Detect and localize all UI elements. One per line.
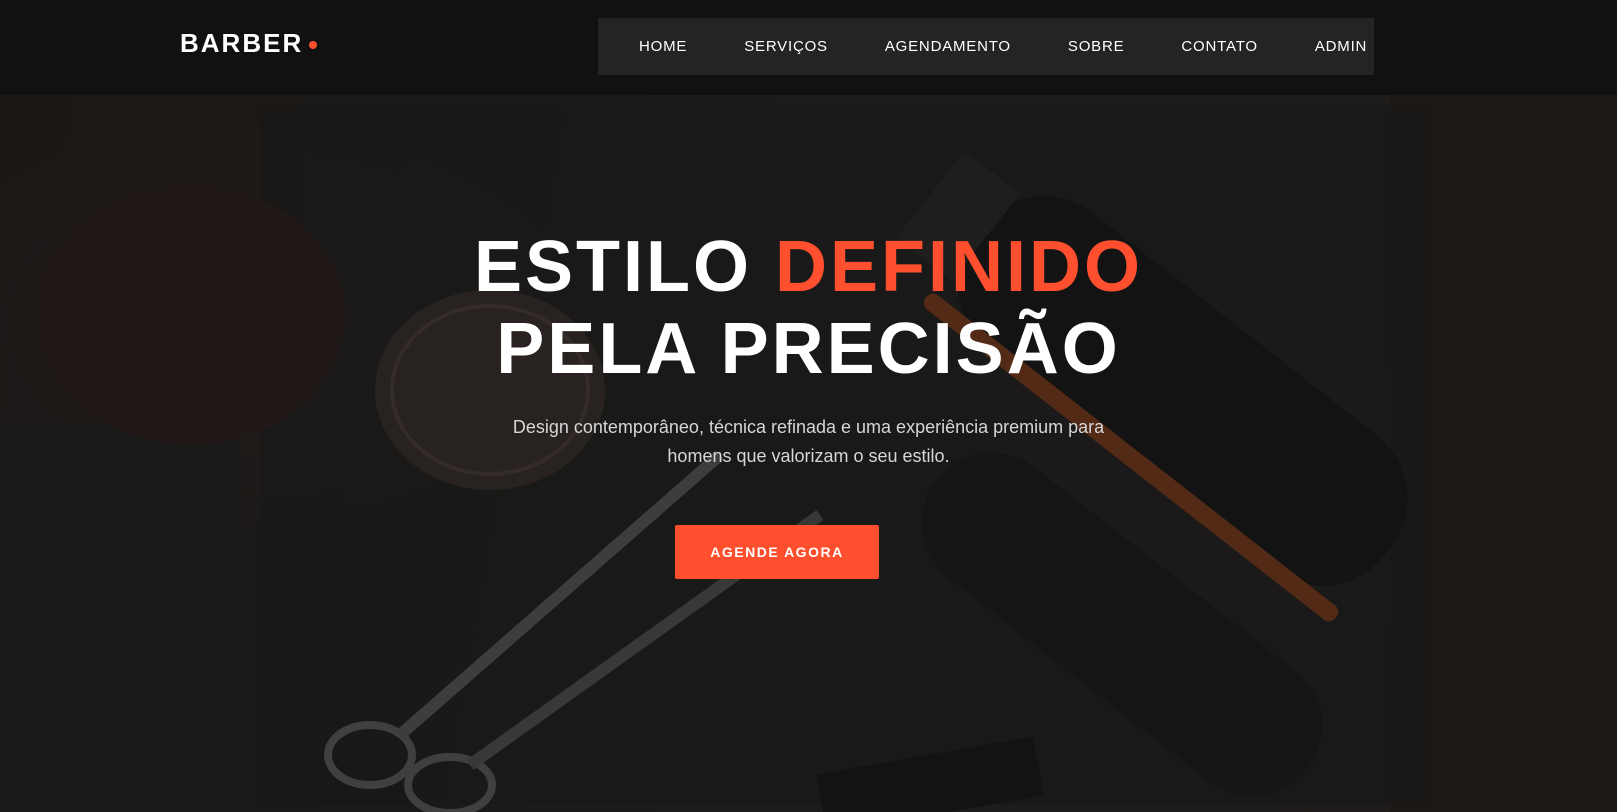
nav-sobre[interactable]: SOBRE: [1068, 38, 1125, 55]
headline-word-definido: DEFINIDO: [775, 227, 1144, 307]
hero-section: ESTILO DEFINIDO PELA PRECISÃO Design con…: [0, 95, 1617, 812]
nav-agendamento[interactable]: AGENDAMENTO: [885, 38, 1011, 55]
hero-subtitle-line2: homens que valorizam o seu estilo.: [667, 446, 950, 466]
nav-servicos[interactable]: SERVIÇOS: [744, 38, 828, 55]
nav-admin[interactable]: ADMIN: [1315, 38, 1367, 55]
brand-logo[interactable]: BARBER: [180, 28, 318, 59]
nav-home[interactable]: HOME: [639, 38, 687, 55]
main-nav: HOME SERVIÇOS AGENDAMENTO SOBRE CONTATO …: [598, 18, 1374, 75]
hero-content: ESTILO DEFINIDO PELA PRECISÃO Design con…: [0, 95, 1617, 812]
schedule-now-button[interactable]: AGENDE AGORA: [675, 525, 879, 579]
logo-text: BARBER: [180, 28, 304, 58]
hero-headline-line2: PELA PRECISÃO: [496, 309, 1121, 389]
nav-contato[interactable]: CONTATO: [1181, 38, 1257, 55]
hero-headline-line1: ESTILO DEFINIDO: [0, 227, 1617, 307]
logo-dot-icon: [309, 40, 318, 49]
hero-subtitle-line1: Design contemporâneo, técnica refinada e…: [512, 417, 1105, 437]
headline-word-estilo: ESTILO: [473, 227, 752, 307]
site-header: BARBER HOME SERVIÇOS AGENDAMENTO SOBRE C…: [0, 0, 1617, 95]
